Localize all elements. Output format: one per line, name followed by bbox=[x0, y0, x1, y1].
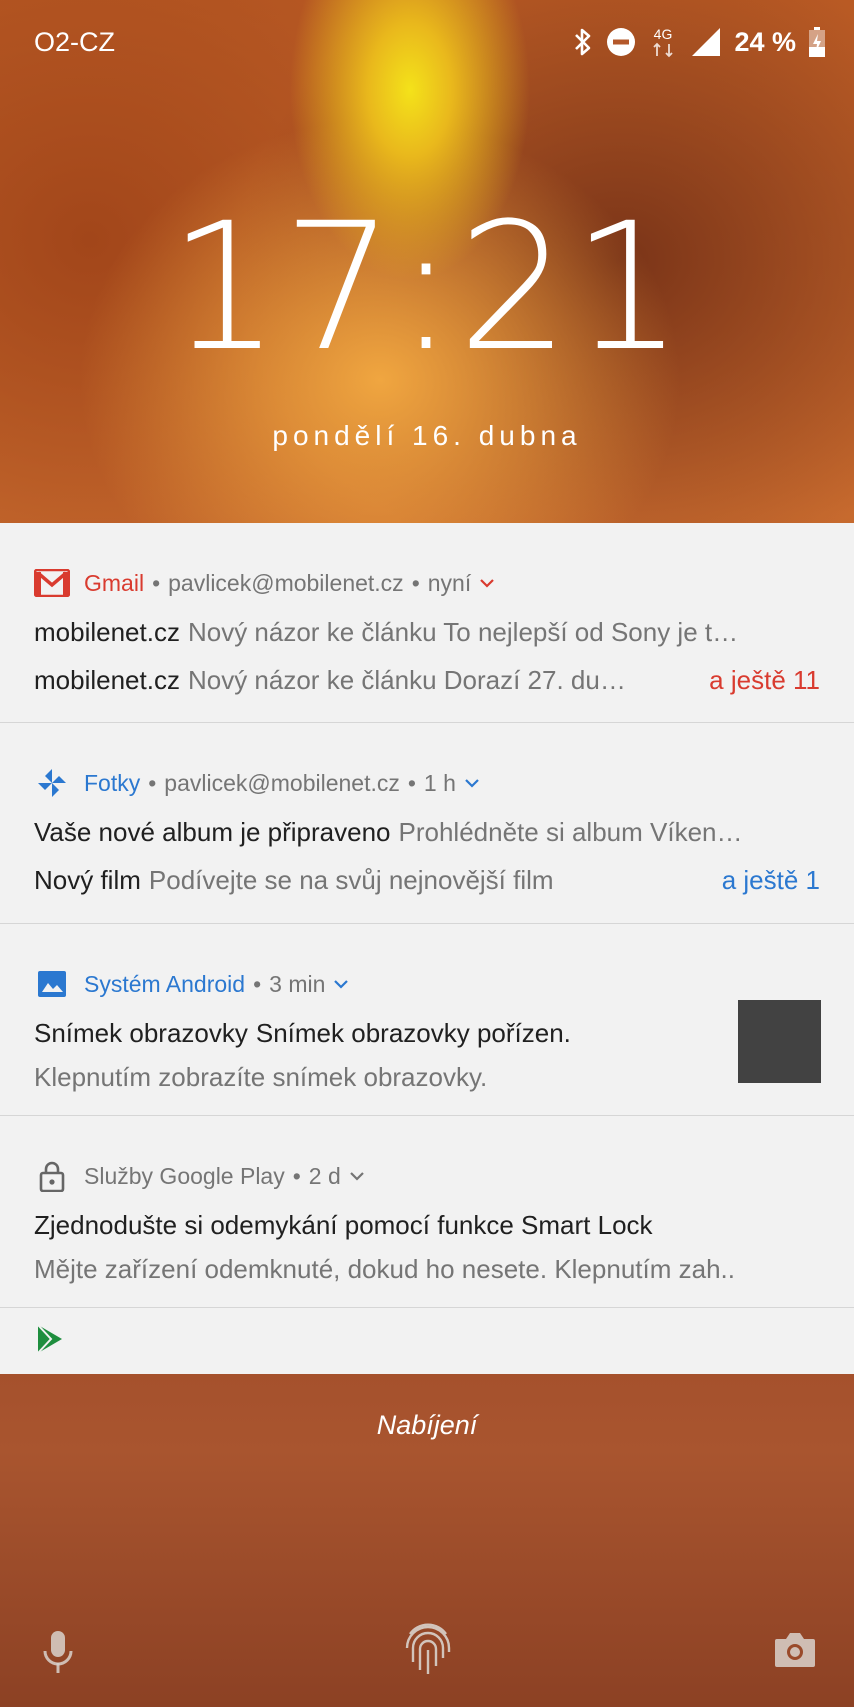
notification-body: Klepnutím zobrazíte snímek obrazovky. bbox=[34, 1057, 724, 1097]
notification-panel: Gmail • pavlicek@mobilenet.cz • nyní mob… bbox=[0, 523, 854, 1374]
status-icons: 4G 24 % bbox=[572, 26, 826, 58]
network-4g-icon: 4G bbox=[648, 26, 678, 58]
notification-body-text: Mějte zařízení odemknuté, dokud ho neset… bbox=[34, 1254, 735, 1284]
notification-app-name: Gmail bbox=[84, 569, 145, 596]
play-store-icon bbox=[34, 1323, 64, 1360]
notification-photos[interactable]: Fotky • pavlicek@mobilenet.cz • 1 h Vaše… bbox=[0, 723, 854, 924]
notification-line: Snímek obrazovky Snímek obrazovky poříze… bbox=[34, 1009, 724, 1057]
notification-line-title: mobilenet.cz bbox=[34, 665, 180, 695]
notification-header: Systém Android • 3 min bbox=[34, 959, 820, 1009]
notification-line-text: Nový názor ke článku To nejlepší od Sony… bbox=[187, 617, 739, 647]
chevron-down-icon[interactable] bbox=[349, 1171, 365, 1181]
chevron-down-icon[interactable] bbox=[333, 979, 349, 989]
notification-time: 3 min bbox=[269, 970, 326, 997]
notification-gmail[interactable]: Gmail • pavlicek@mobilenet.cz • nyní mob… bbox=[0, 523, 854, 723]
notification-more-count: a ještě 1 bbox=[721, 865, 820, 895]
notification-body: Mějte zařízení odemknuté, dokud ho neset… bbox=[34, 1249, 820, 1289]
screenshot-thumbnail[interactable] bbox=[738, 1000, 821, 1083]
notification-line: mobilenet.cz Nový názor ke článku To nej… bbox=[34, 608, 820, 656]
notification-smart-lock[interactable]: Služby Google Play • 2 d Zjednodušte si … bbox=[0, 1116, 854, 1308]
notification-header: Služby Google Play • 2 d bbox=[34, 1151, 820, 1201]
status-bar: O2-CZ 4G 24 % bbox=[0, 0, 854, 84]
signal-icon bbox=[690, 27, 722, 57]
notification-header: Gmail • pavlicek@mobilenet.cz • nyní bbox=[34, 558, 820, 608]
notification-line: Nový film Podívejte se na svůj nejnovějš… bbox=[34, 856, 820, 904]
lock-clock: 17:21 bbox=[168, 185, 686, 390]
bluetooth-icon bbox=[572, 27, 594, 57]
notification-time: nyní bbox=[427, 569, 472, 596]
chevron-down-icon[interactable] bbox=[479, 578, 495, 588]
fingerprint-icon[interactable] bbox=[400, 1615, 456, 1681]
notification-app-name: Služby Google Play bbox=[84, 1162, 285, 1189]
notification-app-name: Systém Android bbox=[84, 970, 246, 997]
gmail-icon bbox=[34, 568, 70, 598]
notification-title-text: Zjednodušte si odemykání pomocí funkce S… bbox=[34, 1210, 653, 1240]
microphone-icon[interactable] bbox=[38, 1627, 78, 1677]
chevron-down-icon[interactable] bbox=[464, 778, 480, 788]
battery-charging-icon bbox=[808, 27, 826, 57]
notification-body-text: Klepnutím zobrazíte snímek obrazovky. bbox=[34, 1062, 488, 1092]
notification-line-text: Nový názor ke článku Dorazí 27. du… bbox=[187, 665, 626, 695]
notification-account: pavlicek@mobilenet.cz bbox=[168, 569, 404, 596]
notification-line-title: Nový film bbox=[34, 865, 141, 895]
notification-line-text: Snímek obrazovky pořízen. bbox=[255, 1018, 571, 1048]
notification-line-text: Podívejte se na svůj nejnovější film bbox=[148, 865, 554, 895]
do-not-disturb-icon bbox=[606, 27, 636, 57]
camera-icon[interactable] bbox=[772, 1629, 818, 1671]
notification-line-title: Snímek obrazovky bbox=[34, 1018, 248, 1048]
notification-time: 1 h bbox=[423, 769, 456, 796]
notification-line-title: Vaše nové album je připraveno bbox=[34, 817, 391, 847]
notification-overflow-row[interactable] bbox=[0, 1308, 854, 1374]
notification-screenshot[interactable]: Systém Android • 3 min Snímek obrazovky … bbox=[0, 924, 854, 1116]
notification-app-name: Fotky bbox=[84, 769, 141, 796]
notification-header: Fotky • pavlicek@mobilenet.cz • 1 h bbox=[34, 758, 820, 808]
lock-icon bbox=[34, 1161, 70, 1192]
carrier-name: O2-CZ bbox=[34, 26, 115, 57]
notification-account: pavlicek@mobilenet.cz bbox=[164, 769, 400, 796]
notification-line: mobilenet.cz Nový názor ke článku Dorazí… bbox=[34, 656, 820, 704]
lock-date: pondělí 16. dubna bbox=[272, 420, 582, 451]
notification-line: Vaše nové album je připraveno Prohlédnět… bbox=[34, 808, 820, 856]
notification-title: Zjednodušte si odemykání pomocí funkce S… bbox=[34, 1201, 820, 1249]
photos-pinwheel-icon bbox=[34, 768, 70, 798]
notification-time: 2 d bbox=[308, 1162, 341, 1189]
notification-line-text: Prohlédněte si album Víken… bbox=[398, 817, 743, 847]
battery-percentage: 24 % bbox=[734, 26, 796, 57]
lock-shortcuts bbox=[0, 1615, 854, 1685]
charging-status: Nabíjení bbox=[376, 1410, 478, 1440]
image-icon bbox=[34, 969, 70, 999]
notification-line-title: mobilenet.cz bbox=[34, 617, 180, 647]
notification-more-count: a ještě 11 bbox=[709, 665, 820, 695]
network-type-label: 4G bbox=[654, 26, 673, 42]
